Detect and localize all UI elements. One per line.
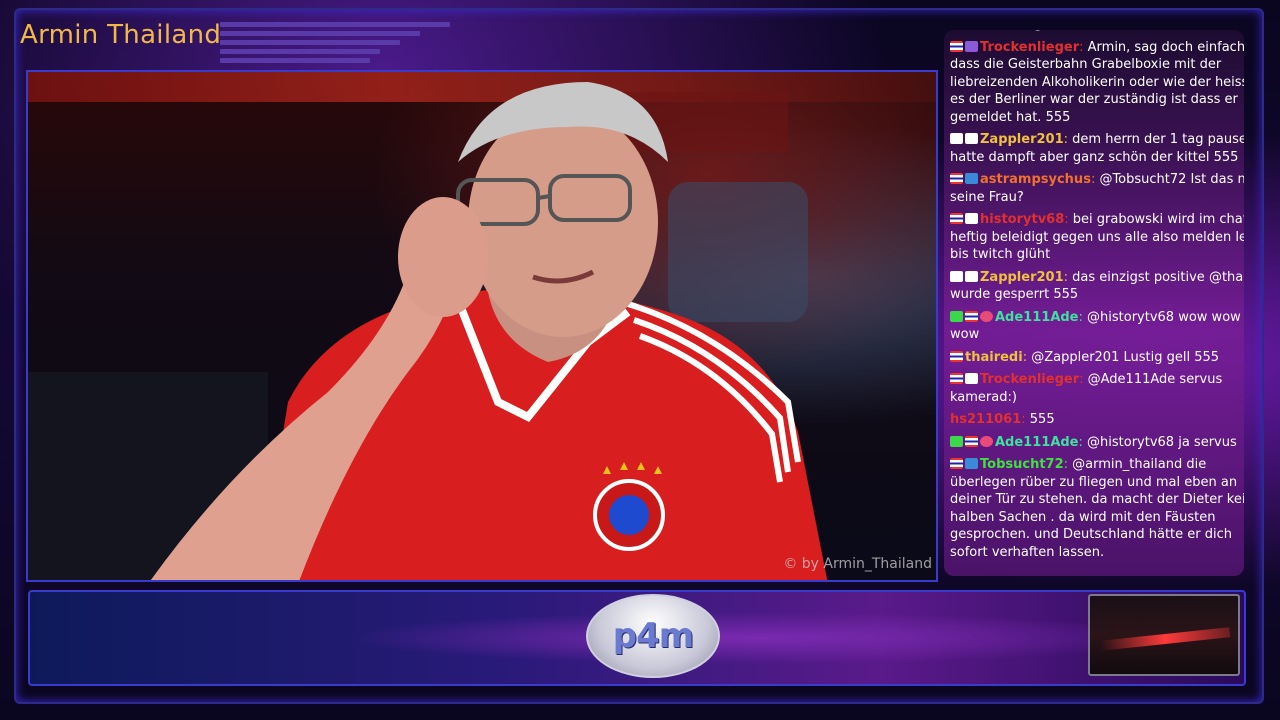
chat-message: Trockenlieger: @Ade111Ade servus kamerad… <box>950 371 1244 406</box>
chat-panel[interactable]: thairedi: @Tobsucht72 555 Trockenlieger: … <box>944 30 1244 576</box>
flag-badge-icon <box>950 213 963 224</box>
chat-message: thairedi: @Tobsucht72 555 <box>950 30 1244 34</box>
white-badge-icon <box>965 270 978 282</box>
flag-badge-icon <box>950 350 963 362</box>
chat-message-text: @Tobsucht72 555 <box>1031 30 1147 32</box>
chat-username[interactable]: Zappler201 <box>980 270 1064 285</box>
green-badge-icon <box>950 310 963 322</box>
chat-message: historytv68: bei grabowski wird im chat … <box>950 211 1244 264</box>
chat-message-list[interactable]: thairedi: @Tobsucht72 555 Trockenlieger: … <box>944 30 1244 566</box>
chat-username[interactable]: Ade111Ade <box>995 310 1079 325</box>
chat-message-text: @historytv68 ja servus <box>1087 434 1237 450</box>
chat-message-text: @historytv68 wow wow wow <box>950 309 1241 343</box>
chat-username[interactable]: thairedi <box>965 30 1023 32</box>
thumbnail-light <box>1099 627 1231 651</box>
chat-separator: : <box>1078 434 1088 450</box>
chat-separator: : <box>1021 412 1030 427</box>
heart-badge-icon <box>980 310 993 322</box>
chat-username[interactable]: hs211061 <box>950 412 1021 427</box>
chat-message-text: @armin_thailand die überlegen rüber zu f… <box>950 457 1244 560</box>
chat-separator: : <box>1023 30 1032 32</box>
p4m-logo: p4m <box>586 594 720 678</box>
white-badge-icon <box>950 270 963 282</box>
chat-username[interactable]: Tobsucht72 <box>980 457 1064 472</box>
chat-username[interactable]: astrampsychus <box>980 172 1091 187</box>
chat-message: Trockenlieger: Armin, sag doch einfach, … <box>950 39 1244 127</box>
purple-badge-icon <box>965 40 978 52</box>
white-badge-icon <box>965 133 978 144</box>
chat-separator: : <box>1079 372 1088 387</box>
chat-separator: : <box>1022 349 1032 365</box>
chat-message: Ade111Ade: @historytv68 ja servus <box>950 434 1244 452</box>
chat-username[interactable]: thairedi <box>965 350 1023 365</box>
chat-message: astrampsychus: @Tobsucht72 Ist das nicht… <box>950 171 1244 206</box>
green-badge-icon <box>950 435 963 447</box>
chat-message-text: 555 <box>1029 412 1055 427</box>
blue-badge-icon <box>965 173 978 184</box>
title-decoration-bars <box>220 22 460 66</box>
chat-separator: : <box>1063 269 1073 285</box>
chat-message: Zappler201: dem herrn der 1 tag pause ha… <box>950 131 1244 166</box>
chat-separator: : <box>1063 457 1073 472</box>
chat-separator: : <box>1078 309 1088 325</box>
video-watermark: © by Armin_Thailand <box>783 556 932 572</box>
chat-separator: : <box>1063 132 1073 147</box>
chat-message: hs211061: 555 <box>950 411 1244 429</box>
chat-message: thairedi: @Zappler201 Lustig gell 555 <box>950 349 1244 367</box>
chat-username[interactable]: Trockenlieger <box>980 372 1079 387</box>
white-badge-icon <box>950 133 963 144</box>
stream-title: Armin Thailand <box>20 20 222 50</box>
chat-message: Ade111Ade: @historytv68 wow wow wow <box>950 309 1244 344</box>
chat-username[interactable]: Zappler201 <box>980 132 1064 147</box>
flag-badge-icon <box>950 40 963 52</box>
streamer-video-image <box>28 82 828 580</box>
logo-text: p4m <box>612 616 694 656</box>
chat-message: Zappler201: das einzigst positive @thair… <box>950 269 1244 304</box>
chat-username[interactable]: Ade111Ade <box>995 435 1079 450</box>
flag-badge-icon <box>965 310 978 322</box>
blue-badge-icon <box>965 458 978 469</box>
white-badge-icon <box>965 213 978 224</box>
flag-badge-icon <box>950 173 963 184</box>
chat-message-text: @Zappler201 Lustig gell 555 <box>1031 349 1220 365</box>
flag-badge-icon <box>950 373 963 384</box>
flag-badge-icon <box>950 458 963 469</box>
chat-username[interactable]: Trockenlieger <box>980 40 1079 55</box>
chat-username[interactable]: historytv68 <box>980 212 1064 227</box>
flag-badge-icon <box>965 435 978 447</box>
webcam-thumbnail <box>1088 594 1240 676</box>
chat-separator: : <box>1064 212 1073 227</box>
heart-badge-icon <box>980 435 993 447</box>
chat-separator: : <box>1079 39 1088 55</box>
video-player[interactable]: © by Armin_Thailand <box>26 70 938 582</box>
white-badge-icon <box>965 373 978 384</box>
chat-message: Tobsucht72: @armin_thailand die überlege… <box>950 456 1244 561</box>
